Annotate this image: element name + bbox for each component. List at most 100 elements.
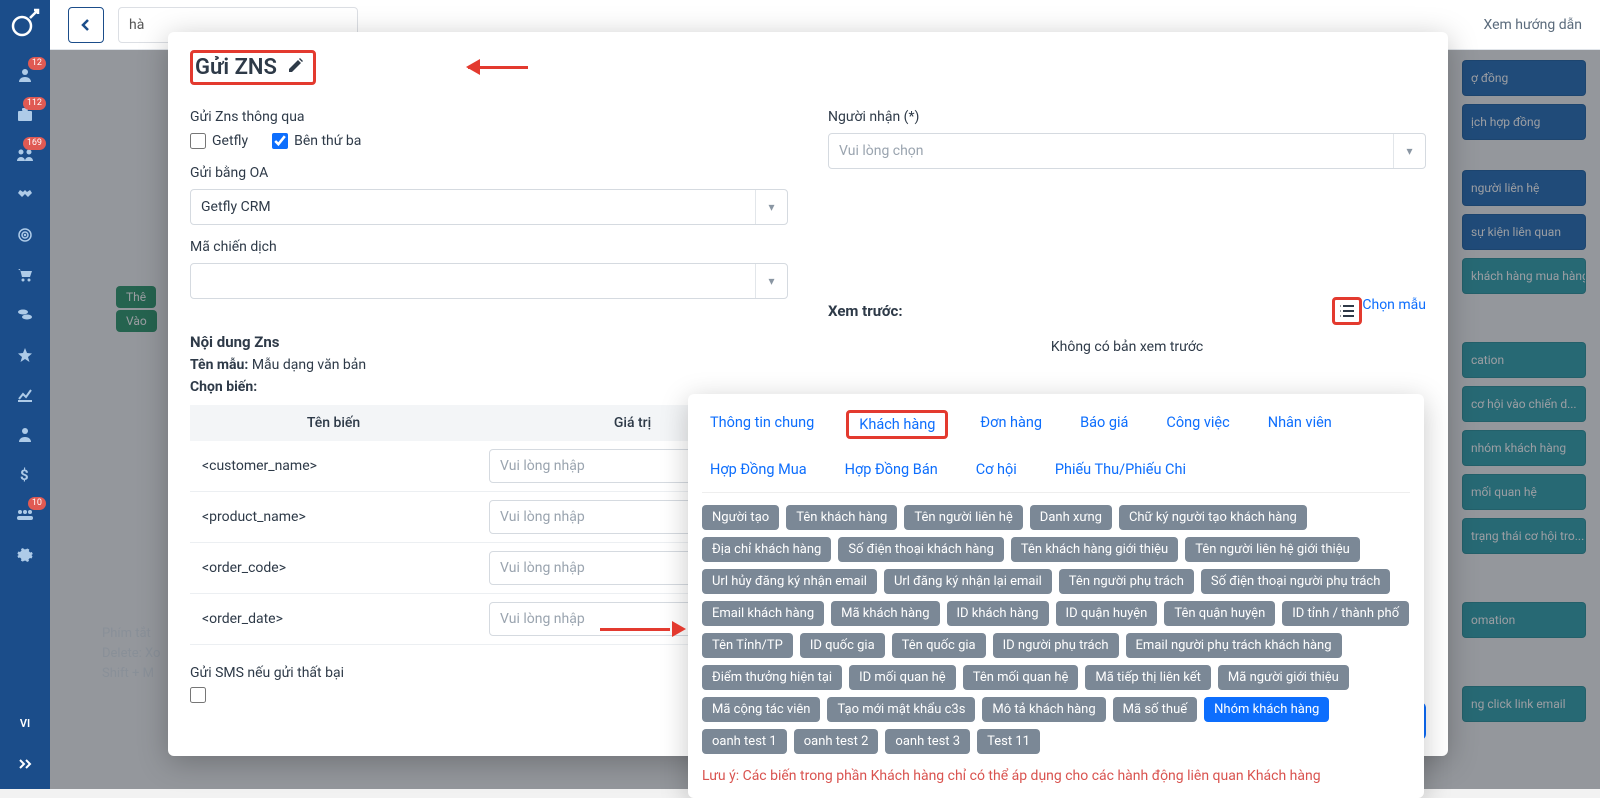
via-third-checkbox[interactable] xyxy=(272,133,288,149)
badge-user: 12 xyxy=(28,57,46,70)
popover-tab[interactable]: Công việc xyxy=(1160,410,1235,439)
badge-briefcase: 112 xyxy=(23,97,46,110)
variable-tag[interactable]: Url hủy đăng ký nhận email xyxy=(702,569,877,594)
variable-tag[interactable]: Mã người giới thiệu xyxy=(1218,665,1349,690)
nav-coins[interactable] xyxy=(0,295,50,335)
recipient-placeholder: Vui lòng chọn xyxy=(839,143,924,159)
variable-tag[interactable]: Mã tiếp thị liên kết xyxy=(1085,665,1211,690)
nav-settings[interactable] xyxy=(0,535,50,575)
popover-tabs: Thông tin chung Khách hàng Đơn hàng Báo giá… xyxy=(702,404,1410,493)
nav-person[interactable] xyxy=(0,415,50,455)
variable-tag[interactable]: Tên quận huyện xyxy=(1164,601,1275,626)
variable-tag[interactable]: oanh test 1 xyxy=(702,729,787,754)
variable-tag[interactable]: oanh test 3 xyxy=(885,729,970,754)
chevron-down-icon: ▾ xyxy=(755,264,787,298)
svg-text:$: $ xyxy=(20,467,29,483)
badge-team: 10 xyxy=(28,497,46,510)
variable-tag[interactable]: Tên khách hàng xyxy=(786,505,897,530)
nav-chart[interactable] xyxy=(0,375,50,415)
variable-tag[interactable]: Tên quốc gia xyxy=(892,633,986,658)
back-button[interactable] xyxy=(68,7,104,43)
nav-user[interactable]: 12 xyxy=(0,55,50,95)
nav-dollar[interactable]: $ xyxy=(0,455,50,495)
variable-tag[interactable]: Địa chỉ khách hàng xyxy=(702,537,831,562)
nav-cart[interactable] xyxy=(0,255,50,295)
popover-tab[interactable]: Thông tin chung xyxy=(704,410,820,439)
variable-tag[interactable]: Tên người liên hệ giới thiệu xyxy=(1185,537,1360,562)
variable-tag[interactable]: ID quận huyện xyxy=(1056,601,1158,626)
variable-tag[interactable]: Tạo mới mật khẩu c3s xyxy=(827,697,975,722)
variable-tag[interactable]: Số điện thoại khách hàng xyxy=(838,537,1004,562)
variable-tag[interactable]: Tên mối quan hệ xyxy=(963,665,1079,690)
guide-link[interactable]: Xem hướng dẫn xyxy=(1484,17,1582,33)
nav-team[interactable]: 10 xyxy=(0,495,50,535)
variable-tag[interactable]: Số điện thoại người phụ trách xyxy=(1201,569,1391,594)
variable-tag[interactable]: Email người phụ trách khách hàng xyxy=(1126,633,1342,658)
via-getfly-option[interactable]: Getfly xyxy=(190,133,248,149)
popover-tab[interactable]: Nhân viên xyxy=(1262,410,1338,439)
pencil-icon[interactable] xyxy=(287,55,305,80)
choose-template-link[interactable]: Chọn mẫu xyxy=(1362,297,1426,313)
chevron-down-icon: ▾ xyxy=(755,190,787,224)
popover-tab[interactable]: Phiếu Thu/Phiếu Chi xyxy=(1049,457,1192,482)
popover-tab[interactable]: Hợp Đồng Bán xyxy=(839,457,944,482)
popover-tags: Người tạo Tên khách hàng Tên người liên hệ… xyxy=(702,505,1410,754)
variable-tag[interactable]: Tên người phụ trách xyxy=(1059,569,1194,594)
variable-tag[interactable]: ID tỉnh / thành phố xyxy=(1282,601,1409,626)
variable-tag[interactable]: Nhóm khách hàng xyxy=(1204,697,1329,722)
choose-var-label: Chọn biến: xyxy=(190,379,788,395)
var-name: <customer_name> xyxy=(190,441,477,492)
sidebar-collapse[interactable] xyxy=(0,749,50,789)
nav-group[interactable]: 169 xyxy=(0,135,50,175)
sidebar: 12 112 169 $ 10 VI xyxy=(0,0,50,789)
template-name-label: Tên mẫu: xyxy=(190,357,248,373)
variable-tag[interactable]: ID người phụ trách xyxy=(993,633,1119,658)
variable-tag[interactable]: ID mối quan hệ xyxy=(849,665,956,690)
via-getfly-checkbox[interactable] xyxy=(190,133,206,149)
variable-tag[interactable]: Điểm thưởng hiện tại xyxy=(702,665,842,690)
variable-tag[interactable]: Tên người liên hệ xyxy=(904,505,1022,530)
preview-label: Xem trước: xyxy=(828,302,903,320)
campaign-select[interactable]: ▾ xyxy=(190,263,788,299)
sms-fallback-label: Gửi SMS nếu gửi thất bại xyxy=(190,665,344,681)
popover-tab[interactable]: Hợp Đồng Mua xyxy=(704,457,813,482)
variable-tag[interactable]: Test 11 xyxy=(977,729,1040,754)
variable-tag[interactable]: Tên Tỉnh/TP xyxy=(702,633,793,658)
variable-tag[interactable]: Chữ ký người tạo khách hàng xyxy=(1119,505,1307,530)
sms-fallback-checkbox[interactable] xyxy=(190,687,206,703)
variable-popover: Thông tin chung Khách hàng Đơn hàng Báo giá… xyxy=(688,394,1424,798)
variable-tag[interactable]: Mã khách hàng xyxy=(831,601,939,626)
popover-tab[interactable]: Đơn hàng xyxy=(974,410,1048,439)
annotation-arrow-title xyxy=(468,57,548,77)
recipient-label: Người nhận (*) xyxy=(828,109,1426,125)
modal-title-box: Gửi ZNS xyxy=(190,50,316,85)
modal-title: Gửi ZNS xyxy=(195,55,277,80)
popover-tab[interactable]: Cơ hội xyxy=(970,457,1023,482)
nav-briefcase[interactable]: 112 xyxy=(0,95,50,135)
variable-tag[interactable]: Mã cộng tác viên xyxy=(702,697,820,722)
list-icon[interactable] xyxy=(1332,297,1362,325)
via-label: Gửi Zns thông qua xyxy=(190,109,788,125)
nav-target[interactable] xyxy=(0,215,50,255)
variable-tag[interactable]: oanh test 2 xyxy=(794,729,879,754)
variable-tag[interactable]: Url đăng ký nhận lại email xyxy=(884,569,1052,594)
oa-value: Getfly CRM xyxy=(201,199,271,215)
popover-tab[interactable]: Khách hàng xyxy=(846,410,948,439)
nav-handshake[interactable] xyxy=(0,175,50,215)
variable-tag[interactable]: ID khách hàng xyxy=(947,601,1049,626)
variable-tag[interactable]: Tên khách hàng giới thiệu xyxy=(1011,537,1178,562)
variable-tag[interactable]: Danh xưng xyxy=(1030,505,1112,530)
variable-tag[interactable]: Email khách hàng xyxy=(702,601,824,626)
oa-select[interactable]: Getfly CRM ▾ xyxy=(190,189,788,225)
variable-tag[interactable]: ID quốc gia xyxy=(800,633,885,658)
variable-tag[interactable]: Mã số thuế xyxy=(1113,697,1197,722)
badge-group: 169 xyxy=(23,137,46,150)
recipient-select[interactable]: Vui lòng chọn ▾ xyxy=(828,133,1426,169)
nav-language[interactable]: VI xyxy=(0,709,50,749)
variable-tag[interactable]: Mô tả khách hàng xyxy=(982,697,1105,722)
via-third-option[interactable]: Bên thứ ba xyxy=(272,133,361,149)
variable-tag[interactable]: Người tạo xyxy=(702,505,779,530)
campaign-label: Mã chiến dịch xyxy=(190,239,788,255)
popover-tab[interactable]: Báo giá xyxy=(1074,410,1134,439)
nav-star[interactable] xyxy=(0,335,50,375)
